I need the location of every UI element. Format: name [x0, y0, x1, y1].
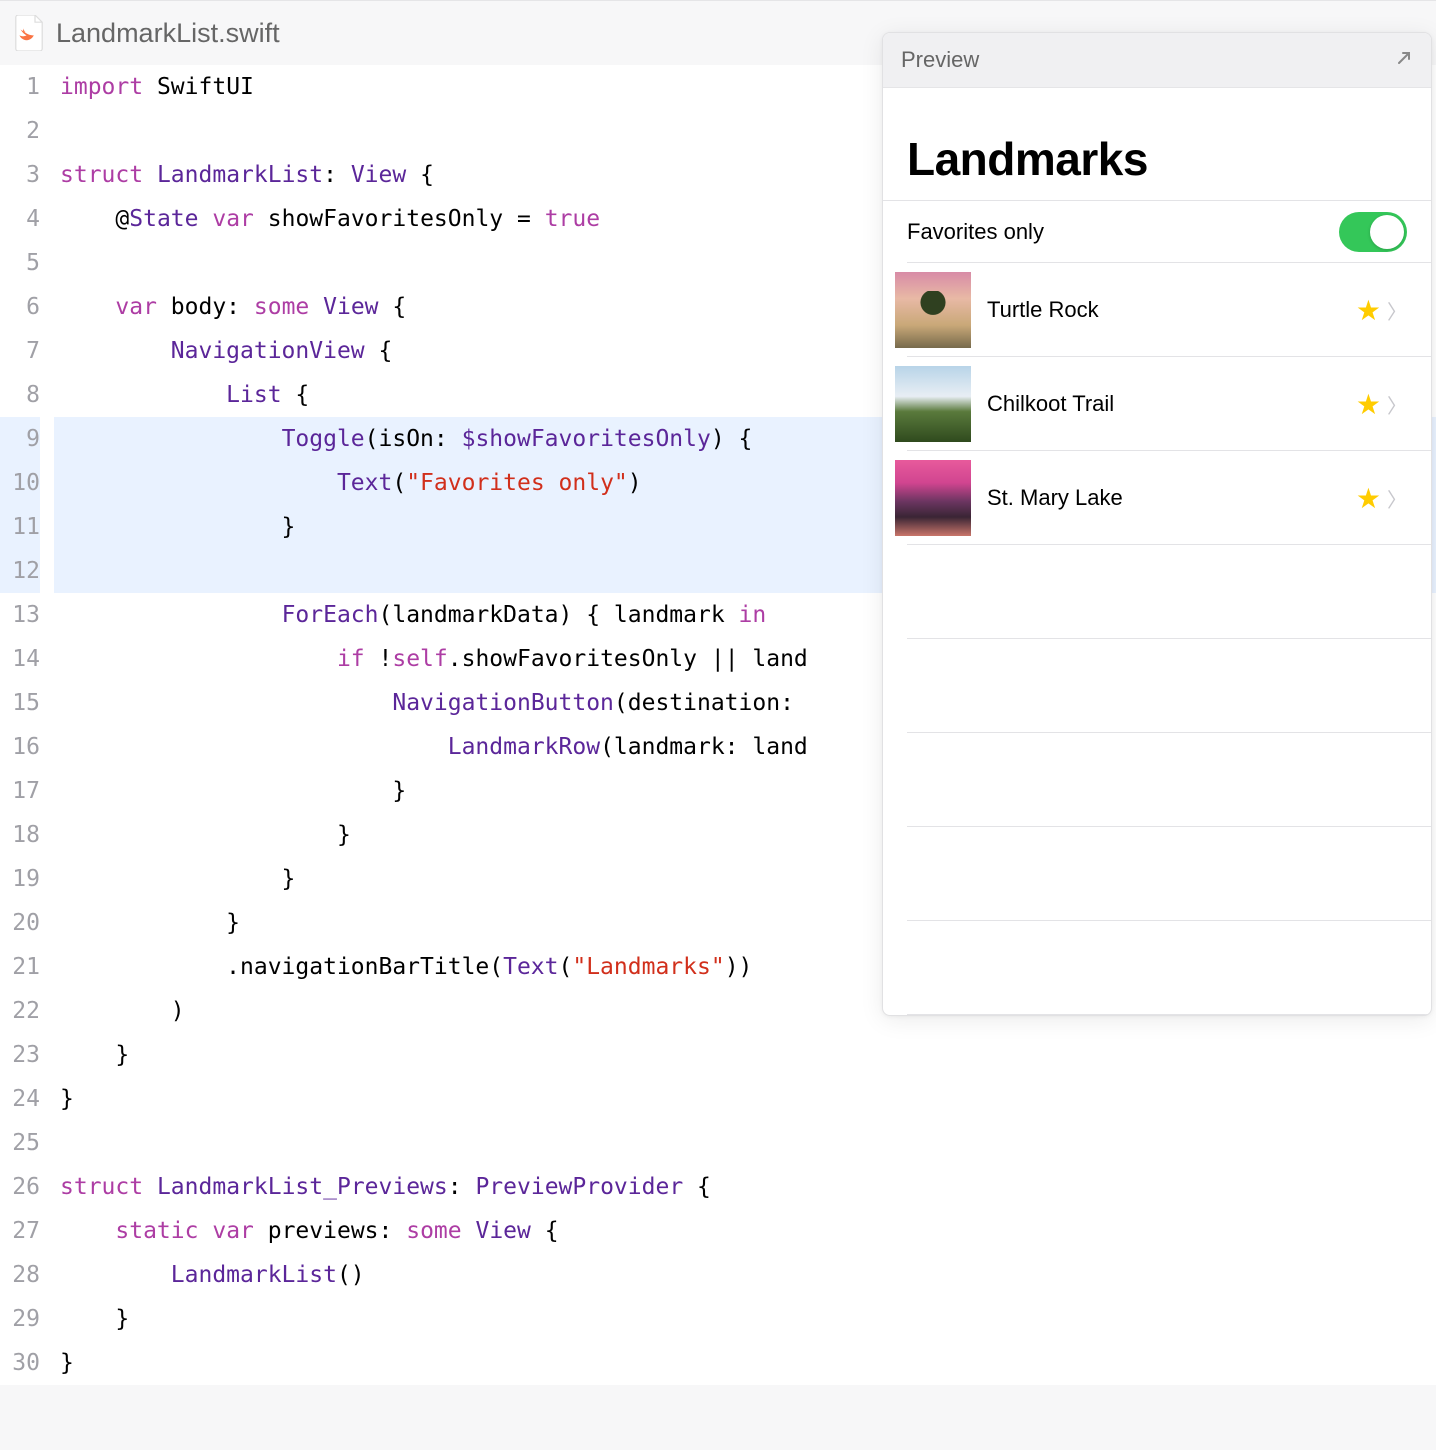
preview-body: Landmarks Favorites onlyTurtle Rock★〉Chi… [883, 88, 1431, 1015]
preview-panel: Preview Landmarks Favorites only Turtle R… [882, 32, 1432, 1016]
code-line[interactable]: LandmarkList() [54, 1253, 1436, 1297]
star-icon: ★ [1356, 482, 1381, 515]
landmark-name: Turtle Rock [987, 297, 1356, 323]
empty-row [883, 921, 1431, 1015]
preview-header-label: Preview [901, 47, 979, 73]
empty-row [883, 545, 1431, 639]
landmark-name: Chilkoot Trail [987, 391, 1356, 417]
list-item[interactable]: St. Mary Lake★〉 [883, 451, 1431, 545]
code-line[interactable]: } [54, 1297, 1436, 1341]
code-line[interactable]: struct LandmarkList_Previews: PreviewPro… [54, 1165, 1436, 1209]
line-gutter: 1234567891011121314151617181920212223242… [0, 65, 54, 1385]
empty-row [883, 639, 1431, 733]
code-line[interactable]: } [54, 1077, 1436, 1121]
landmark-thumbnail [895, 366, 971, 442]
chevron-right-icon: 〉 [1387, 484, 1407, 513]
chevron-right-icon: 〉 [1387, 296, 1407, 325]
star-icon: ★ [1356, 388, 1381, 421]
code-line[interactable]: static var previews: some View { [54, 1209, 1436, 1253]
landmark-name: St. Mary Lake [987, 485, 1356, 511]
list-item[interactable]: Chilkoot Trail★〉 [883, 357, 1431, 451]
file-name: LandmarkList.swift [56, 18, 280, 49]
star-icon: ★ [1356, 294, 1381, 327]
toggle-row: Favorites only [883, 201, 1431, 263]
popout-icon[interactable] [1395, 47, 1413, 73]
toggle-label: Favorites only [907, 219, 1339, 245]
code-line[interactable] [54, 1121, 1436, 1165]
empty-row [883, 733, 1431, 827]
chevron-right-icon: 〉 [1387, 390, 1407, 419]
code-line[interactable]: } [54, 1341, 1436, 1385]
list-item[interactable]: Turtle Rock★〉 [883, 263, 1431, 357]
swift-file-icon [14, 15, 44, 51]
preview-title: Landmarks [883, 88, 1431, 200]
code-line[interactable]: } [54, 1033, 1436, 1077]
preview-header: Preview [883, 33, 1431, 88]
empty-row [883, 827, 1431, 921]
favorites-toggle[interactable] [1339, 212, 1407, 252]
landmark-thumbnail [895, 460, 971, 536]
preview-list: Favorites onlyTurtle Rock★〉Chilkoot Trai… [883, 200, 1431, 1015]
landmark-thumbnail [895, 272, 971, 348]
